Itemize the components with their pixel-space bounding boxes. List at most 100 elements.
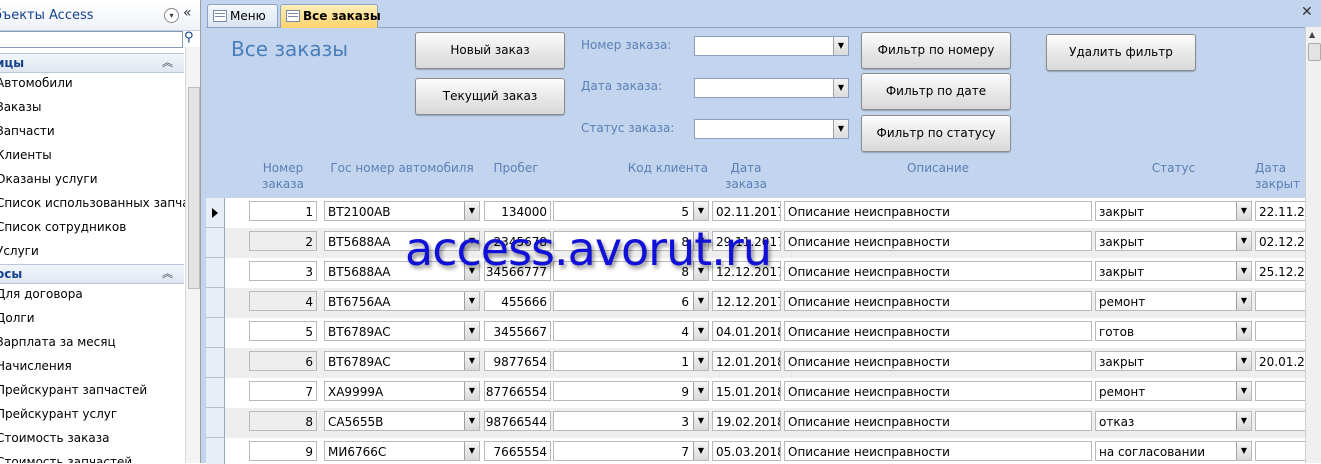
nav-item-preyskurant-uslug[interactable]: Прейскурант услуг — [0, 402, 184, 426]
cell-close-date[interactable] — [1255, 441, 1306, 461]
order-number-combo[interactable]: ▼ — [694, 36, 849, 56]
cell-status[interactable]: закрыт ▼ — [1095, 231, 1252, 251]
record-selector[interactable] — [206, 438, 225, 464]
cell-client-code[interactable]: 4 ▼ — [553, 321, 709, 341]
cell-order-number[interactable]: 4 — [249, 291, 317, 311]
cell-plate[interactable]: МИ6766С ▼ — [324, 441, 480, 461]
chevron-down-icon[interactable]: ▼ — [693, 352, 708, 370]
filter-by-status-button[interactable]: Фильтр по статусу — [861, 115, 1011, 152]
form-vertical-scrollbar[interactable]: ▲ — [1305, 27, 1321, 463]
cell-order-number[interactable]: 9 — [249, 441, 317, 461]
cell-close-date[interactable] — [1255, 321, 1306, 341]
cell-description[interactable]: Описание неисправности — [784, 381, 1092, 401]
cell-order-number[interactable]: 2 — [249, 231, 317, 251]
cell-order-number[interactable]: 7 — [249, 381, 317, 401]
cell-order-number[interactable]: 6 — [249, 351, 317, 371]
nav-item-nachisleniya[interactable]: Начисления — [0, 354, 184, 378]
nav-group-tables[interactable]: ицы ︽ — [0, 53, 184, 73]
cell-status[interactable]: ремонт ▼ — [1095, 381, 1252, 401]
chevron-down-icon[interactable]: ▼ — [1236, 352, 1251, 370]
cell-plate[interactable]: ВТ6789АС ▼ — [324, 351, 480, 371]
cell-plate[interactable]: ВТ6789АС ▼ — [324, 321, 480, 341]
table-row[interactable]: 7 ХА9999А ▼ 87766554 9 ▼ 15.01.2018 Описание не… — [206, 378, 1306, 408]
scroll-up-icon[interactable]: ▲ — [1309, 30, 1315, 39]
nav-item-uslugi[interactable]: Услуги — [0, 239, 184, 263]
cell-description[interactable]: Описание неисправности — [784, 321, 1092, 341]
cell-status[interactable]: закрыт ▼ — [1095, 351, 1252, 371]
nav-item-avtomobili[interactable]: Автомобили — [0, 71, 184, 95]
cell-description[interactable]: Описание неисправности — [784, 261, 1092, 281]
chevron-down-icon[interactable]: ▼ — [1236, 442, 1251, 460]
cell-close-date[interactable]: 20.01.20 — [1255, 351, 1306, 371]
cell-status[interactable]: закрыт ▼ — [1095, 201, 1252, 221]
cell-client-code[interactable]: 3 ▼ — [553, 411, 709, 431]
chevron-down-icon[interactable]: ▼ — [464, 352, 479, 370]
chevron-down-icon[interactable]: ▼ — [1236, 232, 1251, 250]
cell-order-date[interactable]: 04.01.2018 — [712, 321, 781, 341]
cell-order-date[interactable]: 05.03.2018 — [712, 441, 781, 461]
cell-client-code[interactable]: 5 ▼ — [553, 201, 709, 221]
cell-description[interactable]: Описание неисправности — [784, 351, 1092, 371]
cell-mileage[interactable]: 98766544 — [484, 411, 551, 431]
nav-pane-title[interactable]: бъекты Access — [0, 8, 94, 23]
nav-item-zakazy[interactable]: Заказы — [0, 95, 184, 119]
chevron-up-icon[interactable]: ︽ — [162, 265, 173, 281]
chevron-down-icon[interactable]: ▼ — [1236, 292, 1251, 310]
cell-status[interactable]: на согласовании ▼ — [1095, 441, 1252, 461]
cell-close-date[interactable]: 02.12.20 — [1255, 231, 1306, 251]
nav-search-input[interactable] — [0, 31, 183, 48]
nav-scrollbar[interactable] — [185, 47, 200, 463]
cell-order-date[interactable]: 15.01.2018 — [712, 381, 781, 401]
nav-scrollbar-thumb[interactable] — [188, 87, 200, 289]
chevron-down-icon[interactable]: ▼ — [833, 79, 848, 97]
cell-order-date[interactable]: 02.11.2017 — [712, 201, 781, 221]
record-selector[interactable] — [206, 348, 225, 378]
nav-item-zapchasti[interactable]: Запчасти — [0, 119, 184, 143]
chevron-up-icon[interactable]: ︽ — [162, 54, 173, 70]
cell-mileage[interactable]: 455666 — [484, 291, 551, 311]
nav-group-queries[interactable]: осы ︽ — [0, 264, 184, 284]
cell-order-number[interactable]: 1 — [249, 201, 317, 221]
cell-status[interactable]: закрыт ▼ — [1095, 261, 1252, 281]
chevron-down-icon[interactable]: ▼ — [693, 292, 708, 310]
record-selector[interactable] — [206, 288, 225, 318]
table-row[interactable]: 9 МИ6766С ▼ 7665554 7 ▼ 05.03.2018 Описание неи… — [206, 438, 1306, 464]
scrollbar-thumb[interactable] — [1308, 43, 1321, 61]
cell-plate[interactable]: ВТ2100АВ ▼ — [324, 201, 480, 221]
chevron-down-icon[interactable]: ▼ — [833, 37, 848, 55]
nav-collapse-icon[interactable]: « — [183, 5, 192, 21]
cell-description[interactable]: Описание неисправности — [784, 291, 1092, 311]
chevron-down-icon[interactable]: ▼ — [1236, 322, 1251, 340]
chevron-down-icon[interactable]: ▼ — [464, 442, 479, 460]
cell-description[interactable]: Описание неисправности — [784, 441, 1092, 461]
chevron-down-icon[interactable]: ▼ — [693, 442, 708, 460]
cell-client-code[interactable]: 1 ▼ — [553, 351, 709, 371]
chevron-down-icon[interactable]: ▼ — [1236, 382, 1251, 400]
cell-order-number[interactable]: 3 — [249, 261, 317, 281]
nav-menu-dropdown-icon[interactable]: ▾ — [164, 8, 179, 23]
tab-all-orders[interactable]: Все заказы — [280, 4, 381, 28]
cell-mileage[interactable]: 7665554 — [484, 441, 551, 461]
chevron-down-icon[interactable]: ▼ — [693, 202, 708, 220]
record-selector[interactable] — [206, 258, 225, 288]
cell-mileage[interactable]: 9877654 — [484, 351, 551, 371]
nav-item-dolgi[interactable]: Долги — [0, 306, 184, 330]
order-status-combo[interactable]: ▼ — [694, 119, 849, 139]
cell-close-date[interactable] — [1255, 381, 1306, 401]
nav-item-zarplata[interactable]: Зарплата за месяц — [0, 330, 184, 354]
cell-order-number[interactable]: 5 — [249, 321, 317, 341]
record-selector[interactable] — [206, 408, 225, 438]
filter-by-number-button[interactable]: Фильтр по номеру — [861, 32, 1011, 69]
chevron-down-icon[interactable]: ▼ — [693, 412, 708, 430]
cell-close-date[interactable]: 25.12.20 — [1255, 261, 1306, 281]
tab-menu[interactable]: Меню — [207, 4, 278, 27]
nav-item-okazany-uslugi[interactable]: Оказаны услуги — [0, 167, 184, 191]
chevron-down-icon[interactable]: ▼ — [833, 120, 848, 138]
cell-close-date[interactable] — [1255, 291, 1306, 311]
order-date-combo[interactable]: ▼ — [694, 78, 849, 98]
cell-status[interactable]: готов ▼ — [1095, 321, 1252, 341]
chevron-down-icon[interactable]: ▼ — [464, 322, 479, 340]
record-selector[interactable] — [206, 198, 225, 228]
chevron-down-icon[interactable]: ▼ — [464, 382, 479, 400]
nav-item-klienty[interactable]: Клиенты — [0, 143, 184, 167]
